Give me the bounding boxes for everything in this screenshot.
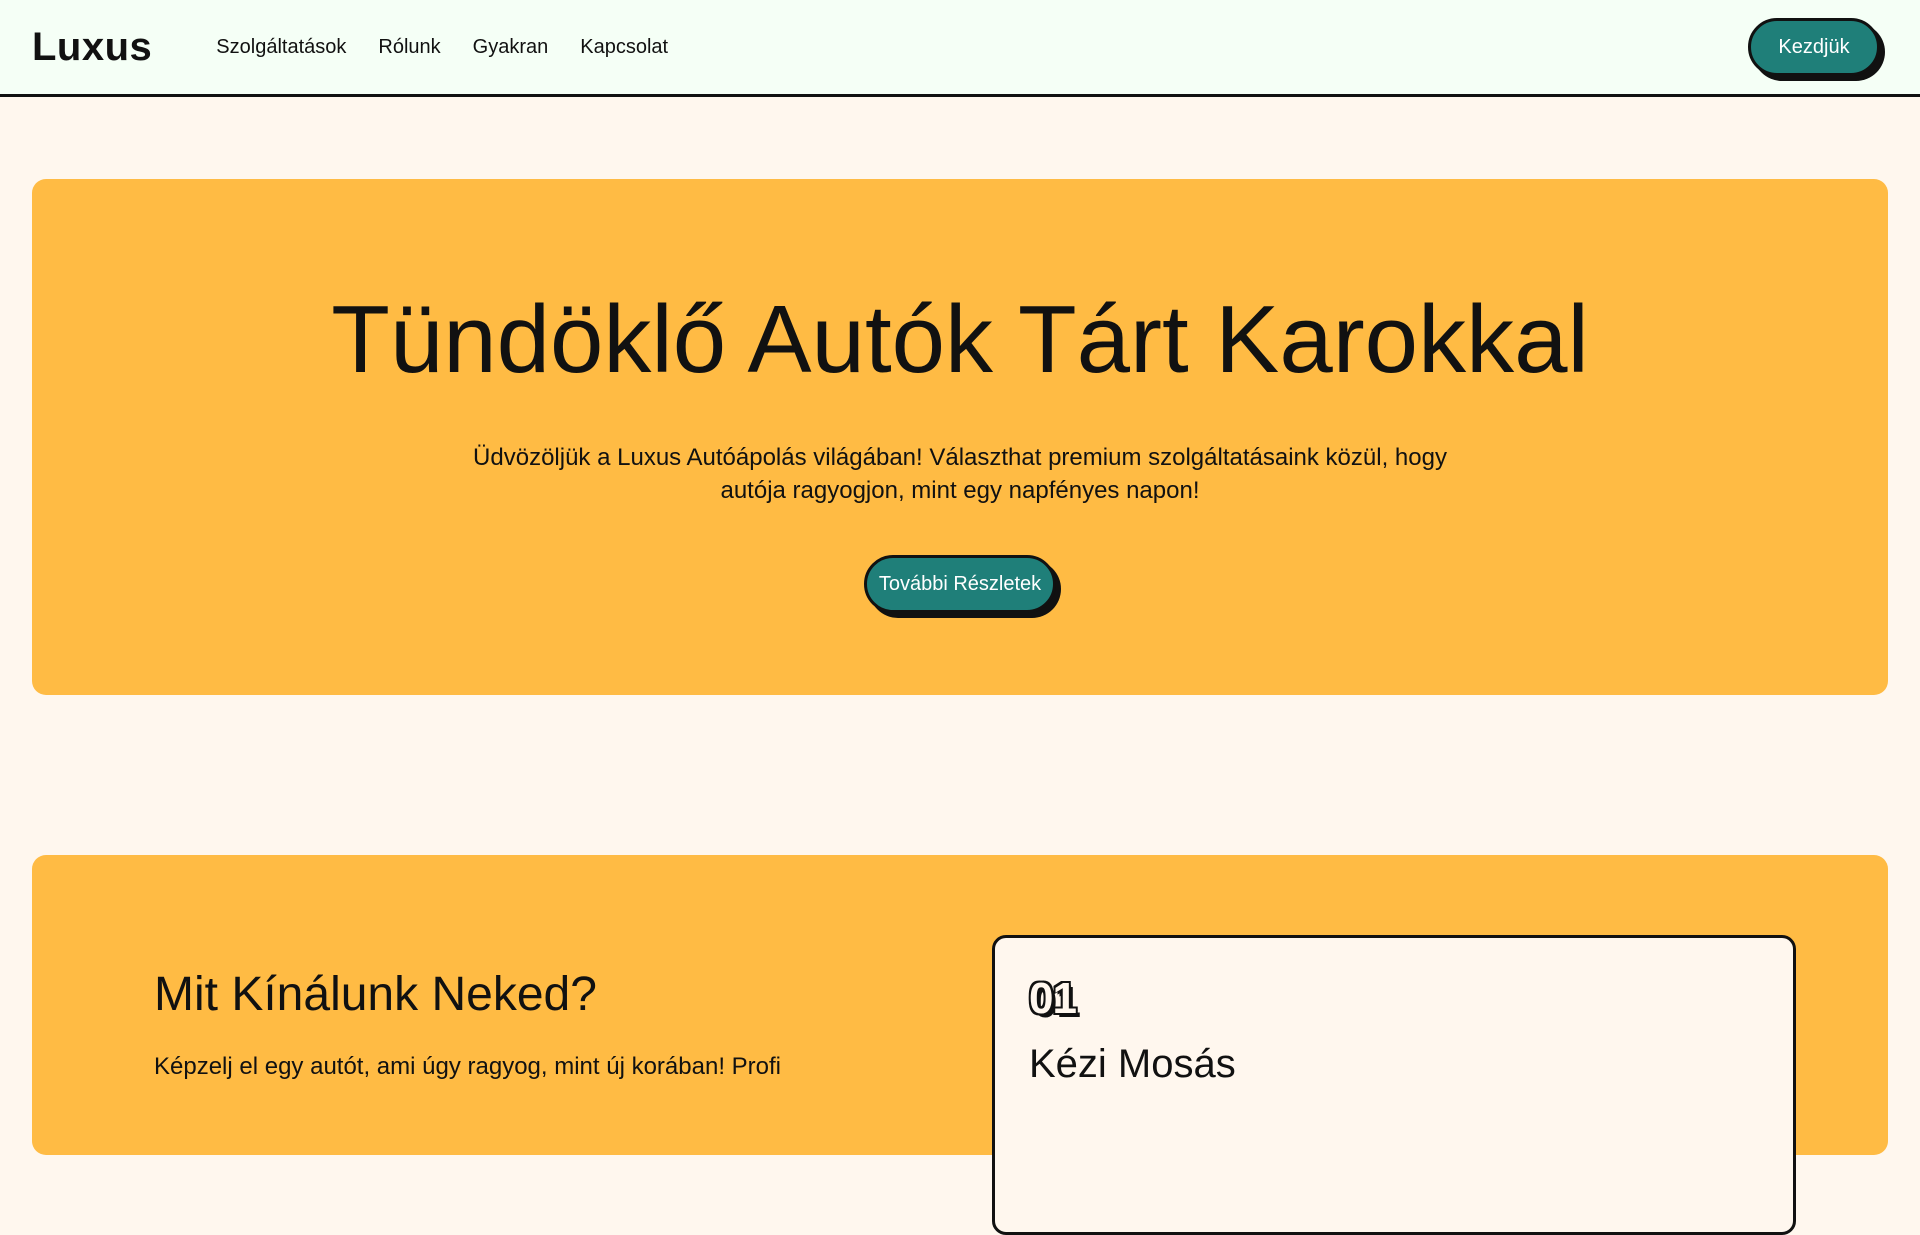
services-section: Mit Kínálunk Neked? Képzelj el egy autót… [32,855,1888,1235]
nav-link-services[interactable]: Szolgáltatások [216,36,346,59]
logo[interactable]: Luxus [32,25,152,70]
main-nav: Szolgáltatások Rólunk Gyakran Kapcsolat [216,36,668,59]
hero-section: Tündöklő Autók Tárt Karokkal Üdvözöljük … [32,179,1888,695]
service-card-number: 01 [1029,974,1077,1023]
services-lead: Képzelj el egy autót, ami úgy ragyog, mi… [154,1053,781,1080]
hero-description: Üdvözöljük a Luxus Autóápolás világában!… [473,444,1447,504]
nav-link-contact[interactable]: Kapcsolat [580,36,668,59]
site-header: Luxus Szolgáltatások Rólunk Gyakran Kapc… [0,0,1920,97]
hero-title: Tündöklő Autók Tárt Karokkal [331,286,1589,393]
nav-link-about[interactable]: Rólunk [378,36,440,59]
service-card-title: Kézi Mosás [1029,1042,1236,1086]
service-card: 01 Kézi Mosás [992,935,1796,1235]
services-title: Mit Kínálunk Neked? [154,968,597,1021]
more-details-button[interactable]: További Részletek [864,555,1056,613]
nav-link-faq[interactable]: Gyakran [473,36,549,59]
get-started-button[interactable]: Kezdjük [1748,18,1880,76]
